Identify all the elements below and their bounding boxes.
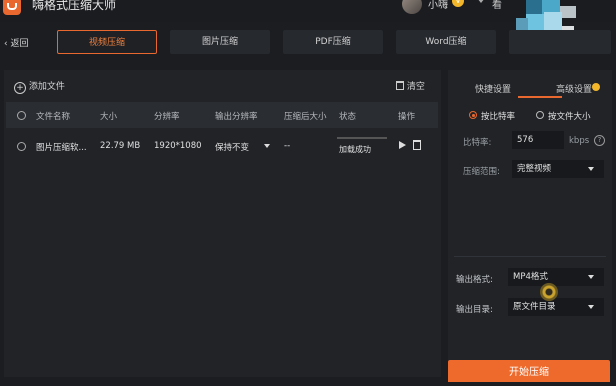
- app-logo-icon: [3, 0, 21, 15]
- col-resolution: 分辨率: [154, 112, 180, 122]
- radio-by-filesize[interactable]: [536, 111, 544, 119]
- cursor-icon: [540, 283, 558, 301]
- format-value: MP4格式: [513, 272, 548, 282]
- chevron-down-icon[interactable]: [588, 167, 594, 171]
- dir-value: 原文件目录: [513, 302, 556, 312]
- col-actions: 操作: [398, 112, 416, 122]
- row-checkbox[interactable]: [17, 142, 26, 151]
- tab-image-compress[interactable]: 图片压缩: [170, 30, 270, 54]
- bitrate-label: 比特率:: [463, 138, 492, 148]
- clear-label: 清空: [406, 82, 425, 92]
- start-compress-button[interactable]: 开始压缩: [448, 360, 610, 382]
- app-title: 嗨格式压缩大师: [32, 0, 117, 12]
- progress-bar: [337, 137, 387, 139]
- tab-label: Word压缩: [425, 37, 467, 47]
- username[interactable]: 小嗨: [428, 0, 448, 11]
- row-filename: 图片压缩软...: [36, 143, 87, 153]
- trash-icon[interactable]: [413, 140, 421, 150]
- bitrate-input[interactable]: 576: [512, 131, 564, 149]
- message-link[interactable]: 看: [492, 0, 502, 11]
- select-all-checkbox[interactable]: [17, 111, 26, 120]
- row-compressed-size: --: [284, 141, 291, 151]
- tab-advanced-settings[interactable]: 高级设置: [556, 82, 592, 95]
- tab-label: 图片压缩: [201, 37, 238, 47]
- tab-indicator: [518, 96, 562, 98]
- divider: [454, 256, 606, 257]
- account-dropdown-icon[interactable]: [477, 0, 485, 3]
- tab-quick-settings[interactable]: 快捷设置: [475, 82, 511, 95]
- back-label: 返回: [10, 39, 29, 49]
- col-output-resolution: 输出分辨率: [215, 112, 258, 122]
- add-file-button[interactable]: + 添加文件: [14, 79, 65, 94]
- chevron-down-icon[interactable]: [264, 144, 270, 148]
- tab-pdf-compress[interactable]: PDF压缩: [283, 30, 383, 54]
- trash-icon: [396, 81, 404, 90]
- col-compressed-size: 压缩后大小: [284, 112, 327, 122]
- dir-label: 输出目录:: [456, 305, 493, 315]
- col-status: 状态: [339, 112, 357, 122]
- row-status: 加载成功: [339, 145, 371, 154]
- vip-icon: [592, 83, 600, 91]
- add-file-label: 添加文件: [28, 82, 65, 92]
- radio-by-bitrate[interactable]: [469, 111, 477, 119]
- tab-label: PDF压缩: [315, 37, 351, 47]
- play-icon[interactable]: [399, 141, 406, 149]
- help-icon[interactable]: ?: [594, 135, 605, 146]
- range-label: 压缩范围:: [463, 167, 500, 177]
- clear-button[interactable]: 清空: [396, 79, 425, 92]
- bitrate-unit: kbps: [569, 136, 590, 146]
- tab-label: 视频压缩: [88, 38, 125, 48]
- output-resolution-dropdown[interactable]: 保持不变: [215, 141, 249, 153]
- output-resolution-value: 保持不变: [215, 143, 250, 153]
- tab-video-compress[interactable]: 视频压缩: [57, 30, 157, 54]
- radio-by-bitrate-label[interactable]: 按比特率: [481, 110, 515, 122]
- col-filename: 文件名称: [36, 112, 71, 122]
- bitrate-value: 576: [517, 135, 534, 145]
- row-resolution: 1920*1080: [154, 141, 202, 151]
- tab-word-compress[interactable]: Word压缩: [396, 30, 496, 54]
- tab-more[interactable]: [509, 30, 611, 54]
- back-button[interactable]: ‹ 返回: [4, 36, 28, 49]
- format-label: 输出格式:: [456, 275, 493, 285]
- chevron-down-icon[interactable]: [588, 305, 594, 309]
- radio-by-filesize-label[interactable]: 按文件大小: [548, 110, 591, 122]
- col-size: 大小: [100, 112, 118, 122]
- start-label: 开始压缩: [509, 367, 549, 378]
- chevron-down-icon[interactable]: [588, 275, 594, 279]
- range-value: 完整视频: [517, 164, 552, 174]
- plus-circle-icon: +: [14, 82, 26, 94]
- row-size: 22.79 MB: [100, 141, 141, 151]
